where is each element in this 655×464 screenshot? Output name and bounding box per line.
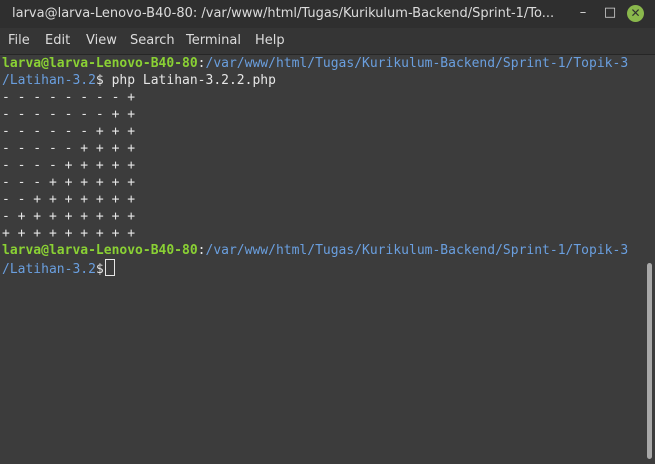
prompt-line: larva@larva-Lenovo-B40-80:/var/www/html/… [2,55,628,72]
menu-view[interactable]: View [86,28,117,54]
menu-bar: File Edit View Search Terminal Help [0,28,655,55]
prompt-path: /var/www/html/Tugas/Kurikulum-Backend/Sp… [205,56,629,71]
output-line: + + + + + + + + + [2,226,136,241]
vertical-scrollbar[interactable] [643,55,655,464]
prompt-line-continued: /Latihan-3.2$ [2,259,115,277]
prompt-separator: : [197,56,206,71]
menu-terminal[interactable]: Terminal [186,28,241,54]
prompt-user: larva@larva-Lenovo-B40-80 [2,243,198,258]
output-line: - - - + + + + + + [2,175,136,190]
output-line: - - - - + + + + + [2,158,136,173]
prompt-path-continued: /Latihan-3.2 [2,262,96,277]
menu-search[interactable]: Search [130,28,175,54]
window-title: larva@larva-Lenovo-B40-80: /var/www/html… [12,6,555,21]
close-icon[interactable]: ✕ [627,5,644,22]
prompt-user: larva@larva-Lenovo-B40-80 [2,56,198,71]
command-text: php Latihan-3.2.2.php [103,73,276,88]
menu-edit[interactable]: Edit [45,28,70,54]
prompt-line-continued: /Latihan-3.2$ php Latihan-3.2.2.php [2,72,276,89]
prompt-path: /var/www/html/Tugas/Kurikulum-Backend/Sp… [205,243,629,258]
output-line: - + + + + + + + + [2,209,136,224]
menu-file[interactable]: File [8,28,30,54]
prompt-path-continued: /Latihan-3.2 [2,73,96,88]
terminal-output-area[interactable]: larva@larva-Lenovo-B40-80:/var/www/html/… [0,55,643,464]
prompt-symbol: $ [95,262,104,277]
output-line: - - - - - - + + + [2,124,136,139]
minimize-icon[interactable]: – [575,5,591,21]
prompt-line: larva@larva-Lenovo-B40-80:/var/www/html/… [2,242,628,259]
menu-help[interactable]: Help [255,28,285,54]
prompt-separator: : [197,243,206,258]
output-line: - - + + + + + + + [2,192,136,207]
output-line: - - - - - - - + + [2,107,136,122]
terminal-window: larva@larva-Lenovo-B40-80: /var/www/html… [0,0,655,464]
title-bar[interactable]: larva@larva-Lenovo-B40-80: /var/www/html… [0,0,655,28]
maximize-icon[interactable]: □ [602,5,618,21]
text-cursor[interactable] [104,259,115,276]
output-line: - - - - - - - - + [2,90,136,105]
output-line: - - - - - + + + + [2,141,136,156]
scrollbar-thumb[interactable] [647,263,652,459]
prompt-symbol: $ [95,73,104,88]
